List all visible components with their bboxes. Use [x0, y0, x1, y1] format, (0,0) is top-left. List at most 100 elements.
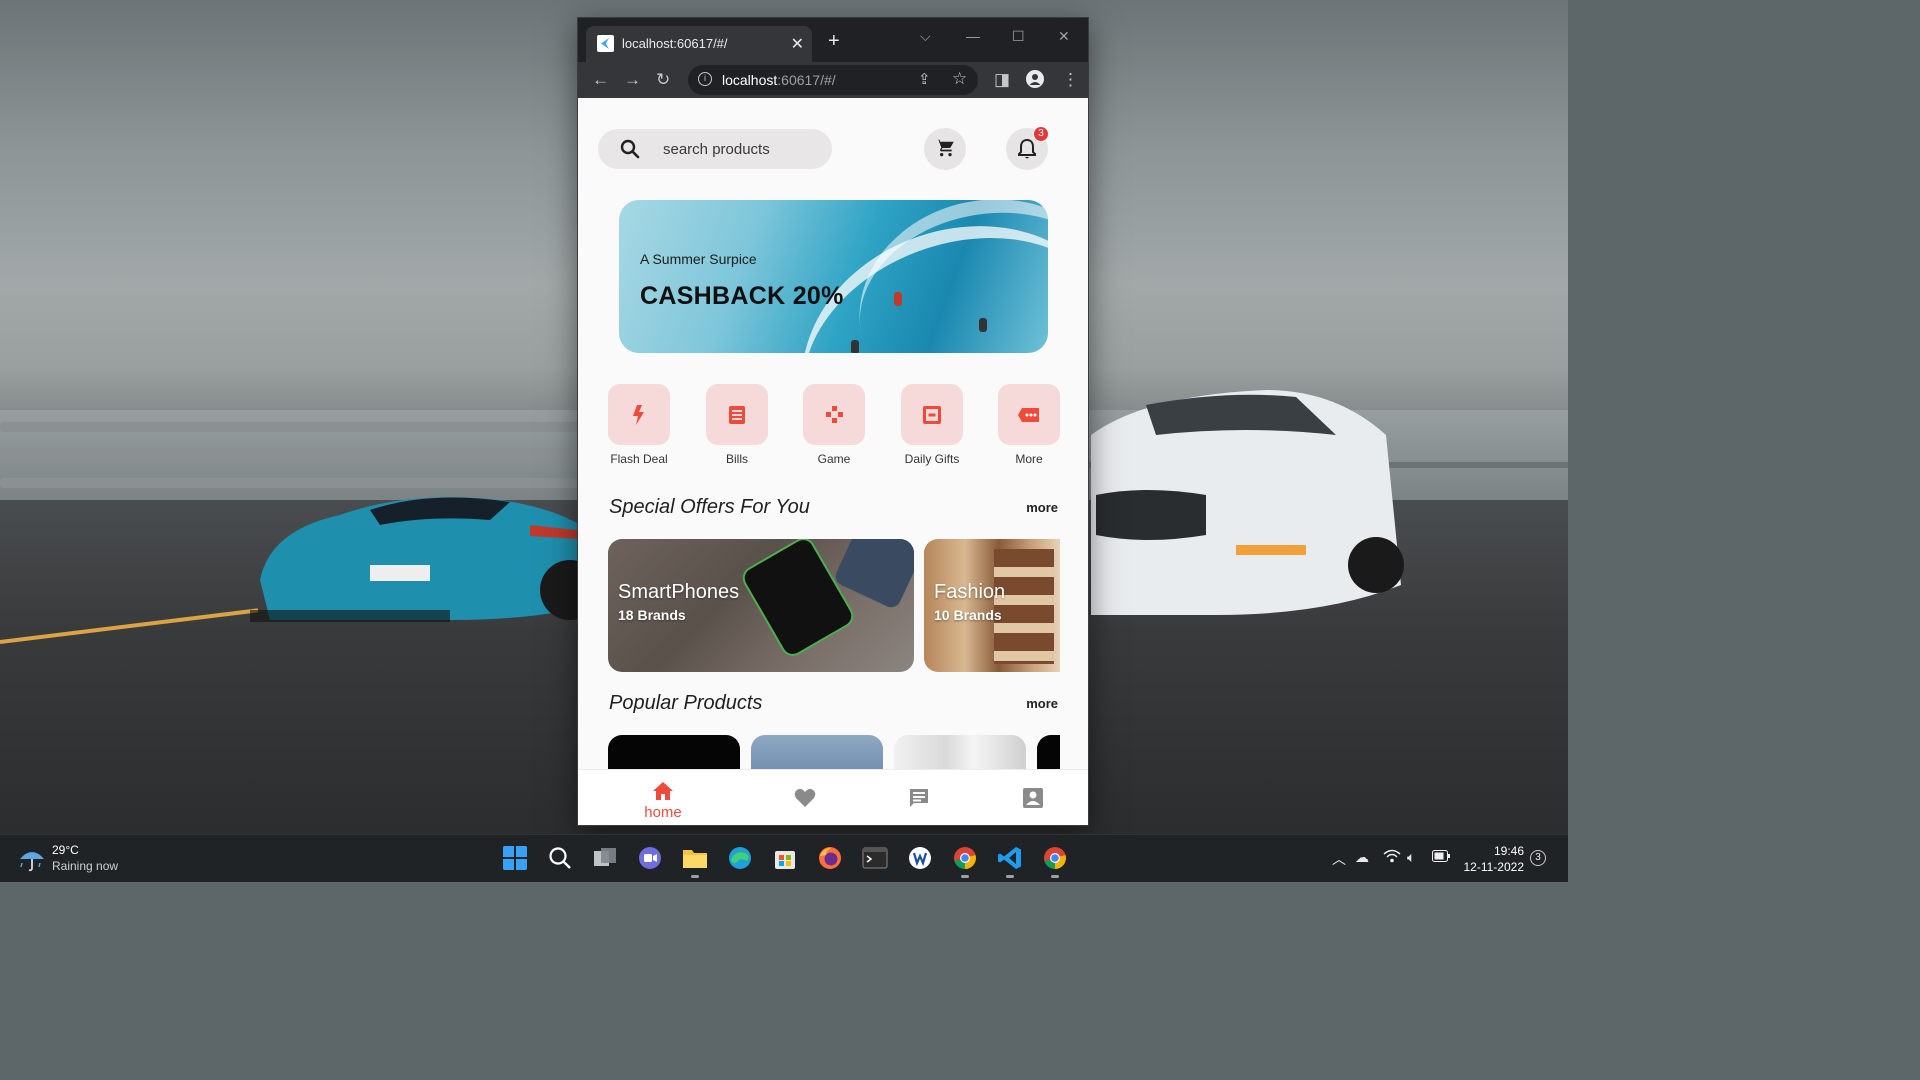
windows-taskbar: 29°C Raining now ︿ ☁ 🔈︎ 19:46 12-11-2022… [0, 834, 1568, 882]
browser-window: localhost:60617/#/ ✕ + ⌵ — ☐ ✕ ← → ↻ i l… [577, 17, 1089, 826]
browser-tab[interactable]: localhost:60617/#/ ✕ [586, 26, 812, 62]
promo-banner[interactable]: A Summer Surpice CASHBACK 20% [619, 200, 1048, 353]
banner-wave [841, 200, 1048, 353]
reload-icon[interactable]: ↻ [656, 70, 670, 90]
offer-brands: 18 Brands [618, 607, 686, 623]
clock-time: 19:46 [1493, 844, 1524, 858]
bookmark-star-icon[interactable]: ☆ [952, 69, 967, 89]
category-label: Flash Deal [610, 452, 668, 466]
umbrella-rain-icon [20, 852, 44, 872]
address-bar[interactable]: i localhost:60617/#/ ⇪ ☆ [688, 65, 978, 95]
microsoft-store-icon[interactable] [772, 845, 798, 871]
file-explorer-icon[interactable] [682, 845, 708, 871]
profile-icon [1023, 788, 1043, 808]
tray-overflow-chevron-icon[interactable]: ︿ [1332, 849, 1346, 869]
clock-date: 12-11-2022 [1463, 860, 1525, 874]
running-indicator [961, 875, 969, 878]
category-flash-deal[interactable]: Flash Deal [608, 384, 670, 466]
special-offers-title: Special Offers For You [609, 496, 810, 518]
nav-home[interactable]: home [643, 781, 683, 821]
forward-arrow-icon[interactable]: → [624, 70, 641, 90]
firefox-icon[interactable] [817, 845, 843, 871]
offer-name: Fashion [934, 581, 1006, 603]
profile-avatar-icon[interactable] [1026, 70, 1044, 93]
running-indicator [1006, 875, 1014, 878]
heart-icon [794, 788, 816, 807]
category-more[interactable]: More [998, 384, 1060, 466]
task-view-icon[interactable] [592, 845, 618, 871]
game-icon [826, 406, 843, 423]
search-input[interactable]: search products [598, 129, 832, 169]
cart-icon [935, 139, 954, 157]
terminal-icon[interactable] [862, 845, 888, 871]
category-label: Bills [725, 452, 748, 466]
onedrive-icon[interactable]: ☁ [1355, 849, 1369, 866]
notification-center-badge[interactable]: 3 [1530, 850, 1546, 866]
browser-menu-icon[interactable]: ⋮ [1062, 70, 1079, 90]
tab-title: localhost:60617/#/ [622, 36, 728, 51]
chrome-icon[interactable] [952, 845, 978, 871]
category-label: Game [817, 452, 851, 466]
category-label: Daily Gifts [904, 452, 960, 466]
offer-card-smartphones[interactable]: SmartPhones 18 Brands [608, 539, 914, 672]
windows-start-icon[interactable] [502, 845, 528, 871]
tab-search-icon[interactable]: ⌵ [920, 28, 931, 45]
flutter-favicon-icon [597, 35, 614, 52]
edge-browser-icon[interactable] [727, 845, 753, 871]
nav-profile[interactable] [1022, 787, 1044, 814]
search-icon [620, 139, 640, 159]
volume-icon[interactable]: 🔈︎ [1407, 849, 1415, 866]
banner-headline: CASHBACK 20% [640, 282, 844, 310]
new-tab-icon[interactable]: + [828, 30, 840, 53]
notification-badge: 3 [1033, 126, 1049, 142]
taskbar-search-icon[interactable] [547, 845, 573, 871]
running-indicator [691, 875, 699, 878]
app-screen: search products 3 A Summer Surpice CASHB… [578, 98, 1088, 825]
minimize-icon[interactable]: — [966, 28, 980, 44]
wallpaper-guardrail [0, 448, 620, 458]
wallpaper-blue-car [250, 497, 605, 622]
bell-icon [1018, 138, 1036, 159]
store-shelf-image [994, 549, 1054, 664]
side-panel-icon[interactable]: ◨ [994, 70, 1010, 90]
nav-home-label: home [644, 804, 682, 821]
offer-name: SmartPhones [618, 581, 740, 603]
teams-chat-icon[interactable] [637, 845, 663, 871]
vscode-icon[interactable] [997, 845, 1023, 871]
offer-brands: 10 Brands [934, 607, 1002, 623]
maximize-icon[interactable]: ☐ [1012, 28, 1025, 45]
category-bills[interactable]: Bills [706, 384, 768, 466]
site-info-icon[interactable]: i [698, 72, 712, 86]
category-game[interactable]: Game [803, 384, 865, 466]
offer-card-fashion[interactable]: Fashion 10 Brands [924, 539, 1060, 672]
back-arrow-icon[interactable]: ← [592, 70, 609, 90]
special-offers-more-link[interactable]: more [1026, 500, 1058, 515]
nav-chat[interactable] [908, 787, 930, 814]
chat-icon [910, 789, 928, 807]
address-url: localhost:60617/#/ [722, 72, 836, 88]
share-icon[interactable]: ⇪ [918, 70, 931, 88]
wallpaper-white-car [1091, 390, 1404, 615]
more-icon [1018, 408, 1039, 422]
popular-products-more-link[interactable]: more [1026, 696, 1058, 711]
notification-button[interactable]: 3 [1006, 126, 1049, 170]
wifi-icon[interactable] [1383, 849, 1401, 866]
category-label: More [1015, 452, 1043, 466]
category-daily-gifts[interactable]: Daily Gifts [901, 384, 963, 466]
battery-icon[interactable] [1432, 849, 1450, 865]
tab-close-icon[interactable]: ✕ [791, 34, 804, 54]
writing-app-icon[interactable] [907, 845, 933, 871]
home-icon [653, 782, 673, 800]
browser-tab-bar: localhost:60617/#/ ✕ + ⌵ — ☐ ✕ [578, 18, 1088, 62]
system-clock[interactable]: 19:46 12-11-2022 [1464, 843, 1525, 875]
banner-surfer [979, 318, 987, 332]
window-close-icon[interactable]: ✕ [1058, 28, 1070, 45]
weather-condition: Raining now [52, 859, 119, 873]
cart-button[interactable] [924, 128, 966, 170]
running-indicator [1051, 875, 1059, 878]
banner-surfer [851, 340, 859, 353]
weather-temperature: 29°C [52, 843, 79, 857]
chrome-icon[interactable] [1042, 845, 1068, 871]
popular-products-title: Popular Products [609, 692, 763, 714]
nav-favorites[interactable] [794, 788, 816, 813]
